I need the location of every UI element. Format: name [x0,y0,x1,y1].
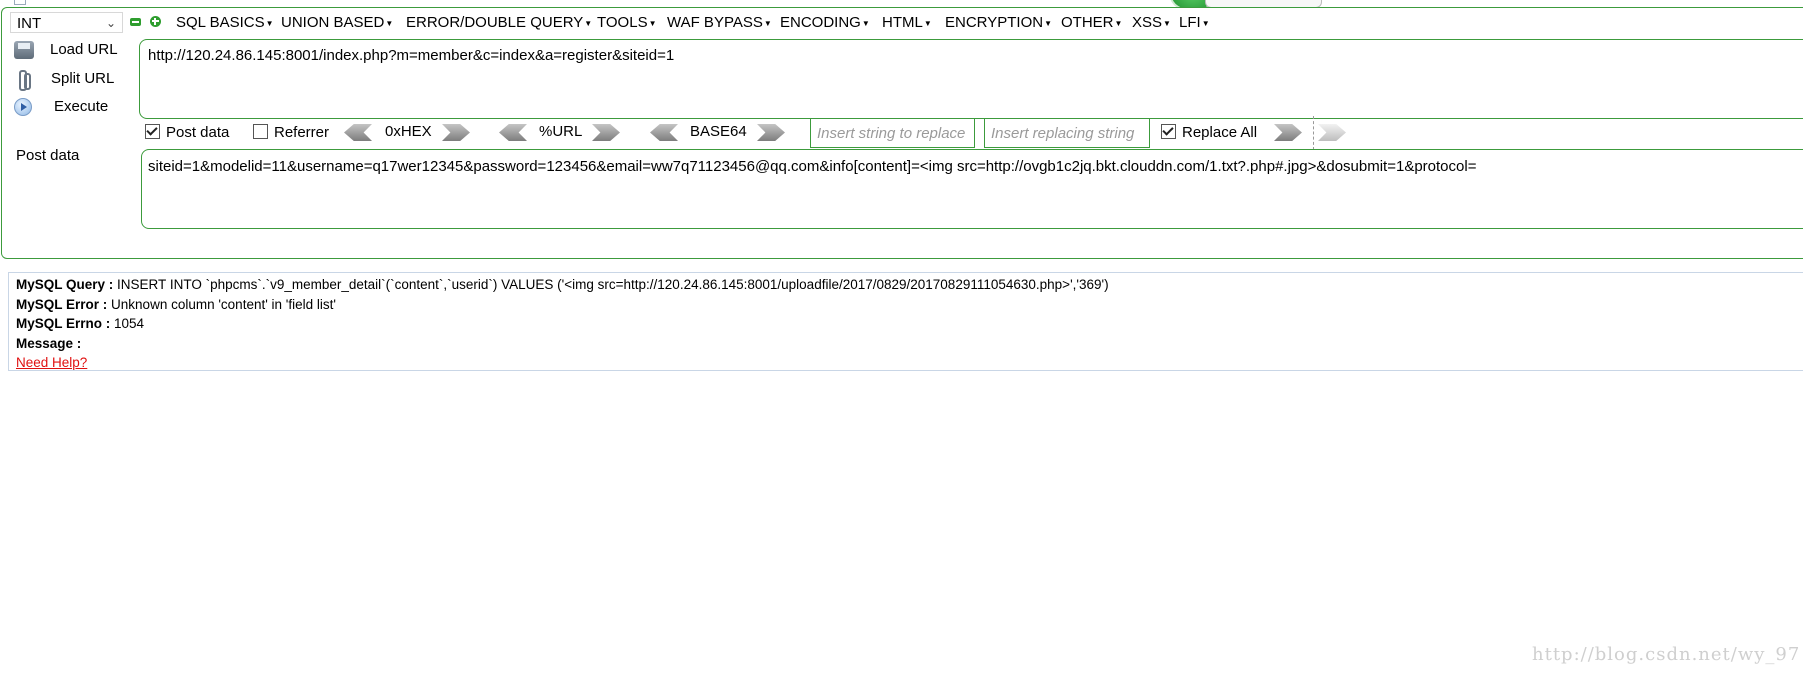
post-data-label: Post data [16,147,80,164]
decrease-icon[interactable] [130,18,141,26]
menu-encoding[interactable]: ENCODING▼ [780,12,870,34]
chevron-down-icon: ⌄ [105,16,116,30]
divider [1313,116,1314,150]
window-top-strip [0,0,1803,12]
post-data-field[interactable]: siteid=1&modelid=11&username=q17wer12345… [141,149,1803,229]
watermark: http://blog.csdn.net/wy_97 [1532,644,1801,665]
hackbar-panel: INT ⌄ SQL BASICS▼ UNION BASED▼ ERROR/DOU… [1,7,1803,259]
play-icon [14,98,32,116]
menu-tools[interactable]: TOOLS▼ [597,12,657,34]
dropdown-arrow-icon: ▼ [923,18,932,28]
increase-icon[interactable] [150,16,161,27]
execute-label: Execute [54,98,109,115]
dropdown-arrow-icon: ▼ [648,18,657,28]
base64-encode-button[interactable] [757,124,785,141]
url-encode-button[interactable] [592,124,620,141]
hex-decode-button[interactable] [344,124,372,141]
dropdown-arrow-icon: ▼ [763,18,772,28]
dropdown-arrow-icon: ▼ [1163,18,1171,28]
replace-right-left-button[interactable] [1318,124,1346,141]
mysql-errno-row: MySQL Errno : 1054 [16,316,145,331]
menu-union-based[interactable]: UNION BASED▼ [281,12,393,34]
checkbox-checked-icon [1161,124,1176,139]
dropdown-arrow-icon: ▼ [584,18,593,28]
load-url-button[interactable]: Load URL [14,39,134,61]
split-url-button[interactable]: Split URL [14,68,134,91]
menu-lfi[interactable]: LFI▼ [1179,12,1210,34]
url-field[interactable]: http://120.24.86.145:8001/index.php?m=me… [139,39,1803,119]
hex-encode-button[interactable] [442,124,470,141]
mode-select-value: INT [17,15,42,32]
replace-string-input[interactable] [984,118,1150,148]
message-row: Message : [16,335,82,351]
split-url-icon [14,70,34,91]
menu-xss[interactable]: XSS▼ [1132,12,1171,34]
mysql-error-panel: MySQL Query : INSERT INTO `phpcms`.`v9_m… [8,272,1803,371]
mode-select[interactable]: INT ⌄ [10,12,123,33]
url-decode-button[interactable] [499,124,527,141]
url-label: %URL [539,123,583,140]
menu-sql-basics[interactable]: SQL BASICS▼ [176,12,274,34]
tab-edge [14,0,26,5]
checkbox-checked-icon [145,124,160,139]
mysql-error-row: MySQL Error : Unknown column 'content' i… [16,296,336,312]
post-data-checkbox[interactable]: Post data [145,123,229,143]
menu-html[interactable]: HTML▼ [882,12,932,34]
dropdown-arrow-icon: ▼ [1201,18,1210,28]
menu-other[interactable]: OTHER▼ [1061,12,1122,34]
menu-encryption[interactable]: ENCRYPTION▼ [945,12,1052,34]
menu-waf-bypass[interactable]: WAF BYPASS▼ [667,12,772,34]
base64-decode-button[interactable] [650,124,678,141]
dropdown-arrow-icon: ▼ [1044,18,1052,28]
referrer-checkbox[interactable]: Referrer [253,123,329,143]
execute-button[interactable]: Execute [14,96,134,118]
replace-left-right-button[interactable] [1274,124,1302,141]
dropdown-arrow-icon: ▼ [385,18,394,28]
checkbox-unchecked-icon [253,124,268,139]
load-url-icon [14,41,34,59]
replace-all-checkbox[interactable]: Replace All [1161,123,1257,143]
dropdown-arrow-icon: ▼ [861,18,870,28]
hex-label: 0xHEX [385,123,432,140]
mysql-query-row: MySQL Query : INSERT INTO `phpcms`.`v9_m… [16,277,1109,292]
base64-label: BASE64 [690,123,747,140]
split-url-label: Split URL [51,70,115,87]
dropdown-arrow-icon: ▼ [1114,18,1123,28]
need-help-link[interactable]: Need Help? [16,355,87,370]
load-url-label: Load URL [50,41,118,58]
menu-error-double-query[interactable]: ERROR/DOUBLE QUERY▼ [406,12,592,34]
dropdown-arrow-icon: ▼ [265,18,274,28]
find-string-input[interactable] [810,118,975,148]
